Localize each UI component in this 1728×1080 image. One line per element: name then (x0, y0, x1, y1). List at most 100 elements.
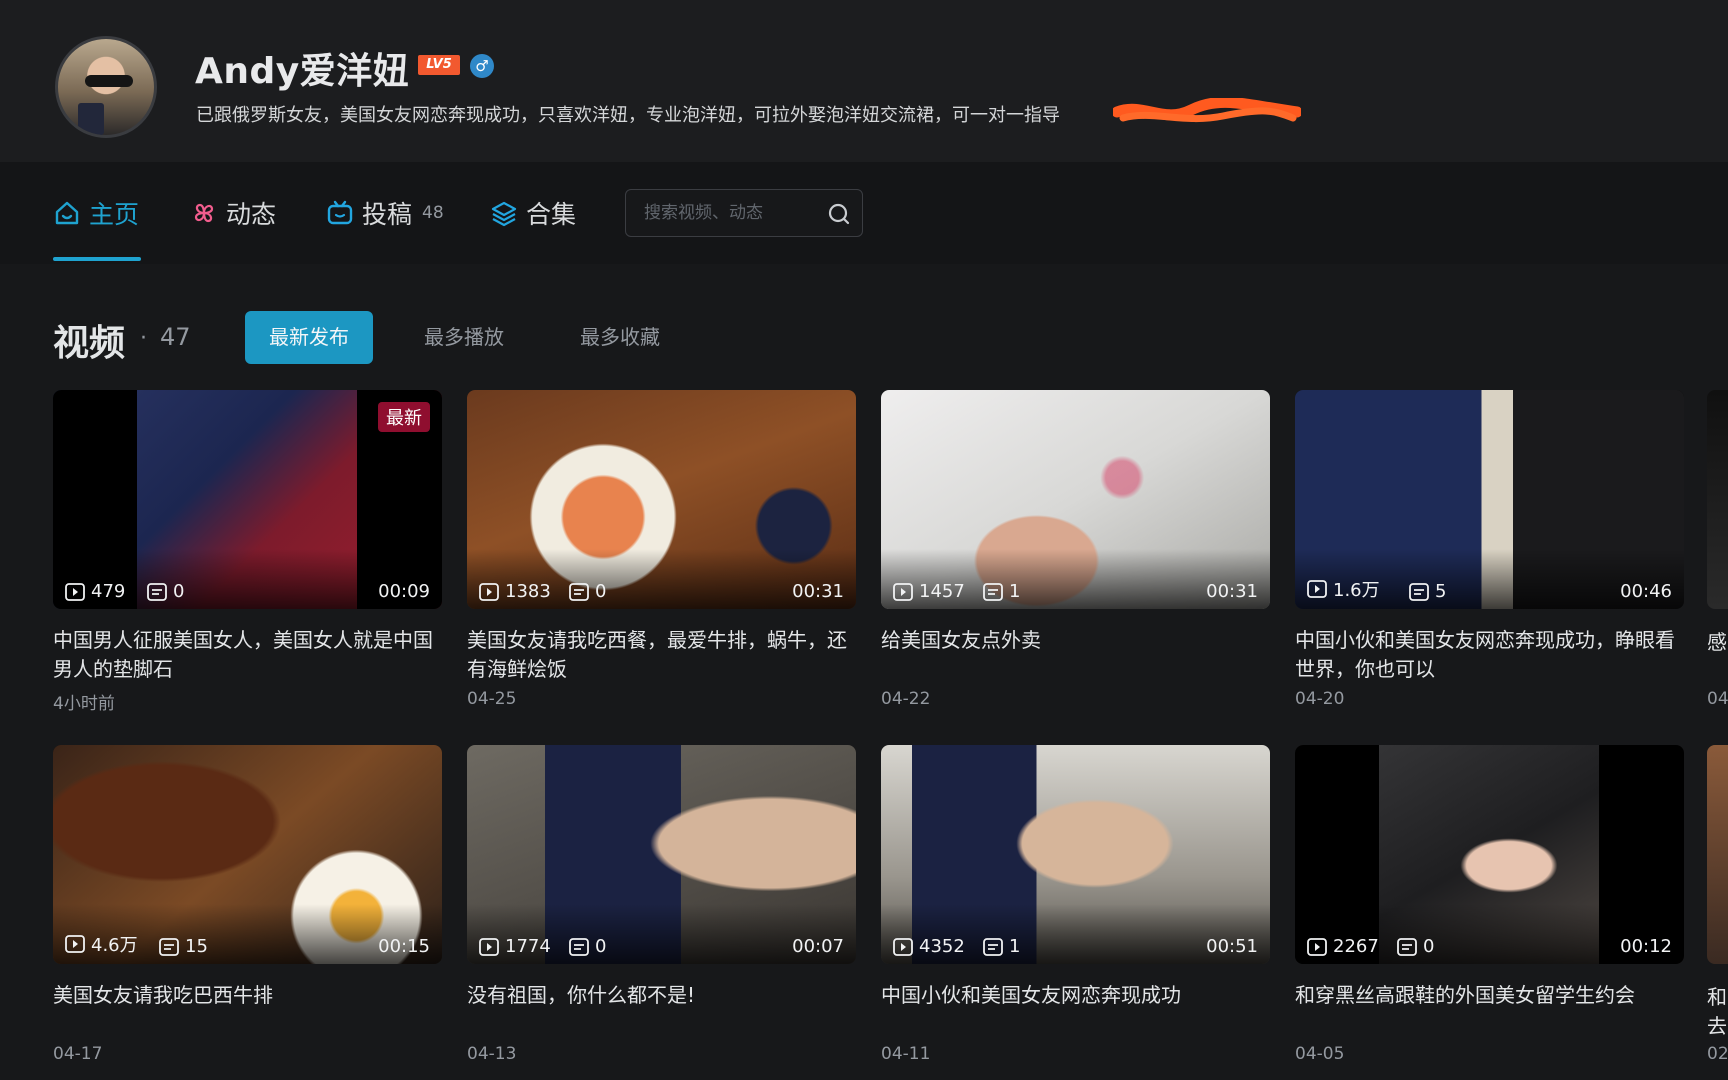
video-duration: 00:12 (1620, 936, 1672, 957)
play-count: 1383 (479, 581, 551, 602)
active-tab-indicator (53, 257, 141, 261)
comment-count: 1 (983, 581, 1020, 602)
video-duration: 00:09 (378, 581, 430, 602)
danmaku-icon (569, 937, 589, 956)
video-title-partial[interactable]: 去 (1707, 1010, 1727, 1039)
play-icon (65, 935, 85, 953)
redaction-scribble (1113, 98, 1301, 123)
play-count: 2267 (1307, 936, 1379, 957)
video-title[interactable]: 给美国女友点外卖 (881, 626, 1270, 655)
profile-name: Andy爱洋妞 (195, 51, 410, 92)
male-gender-icon: ♂ (470, 54, 494, 78)
section-title: 视频 (53, 323, 126, 364)
tv-icon (327, 200, 353, 225)
tab-home[interactable]: 主页 (53, 162, 139, 264)
video-date: 04-25 (467, 689, 517, 709)
sort-most-played-button[interactable]: 最多播放 (400, 311, 528, 364)
play-count: 1774 (479, 936, 551, 957)
video-title-partial[interactable]: 和 (1707, 981, 1727, 1010)
level-badge: LV5 (418, 55, 460, 75)
video-thumbnail[interactable]: 1.6万 5 00:46 (1295, 390, 1684, 609)
section-separator: · (140, 326, 147, 351)
video-thumbnail[interactable]: 2267 0 00:12 (1295, 745, 1684, 964)
danmaku-icon (159, 937, 179, 956)
play-icon (1307, 580, 1327, 598)
profile-bio: 已跟俄罗斯女友，美国女友网恋奔现成功，只喜欢洋妞，专业泡洋妞，可拉外娶泡洋妞交流… (196, 105, 1060, 126)
video-title[interactable]: 中国小伙和美国女友网恋奔现成功，睁眼看世界，你也可以 (1295, 626, 1684, 684)
profile-header: Andy爱洋妞 LV5 ♂ 已跟俄罗斯女友，美国女友网恋奔现成功，只喜欢洋妞，专… (0, 0, 1728, 162)
avatar[interactable] (55, 36, 157, 138)
video-thumbnail[interactable]: 最新 479 0 00:09 (53, 390, 442, 609)
pinwheel-icon (194, 203, 214, 223)
video-thumbnail-partial[interactable] (1707, 390, 1728, 609)
play-count: 4352 (893, 936, 965, 957)
danmaku-icon (983, 582, 1003, 601)
comment-count: 0 (147, 581, 184, 602)
video-thumbnail[interactable]: 1457 1 00:31 (881, 390, 1270, 609)
tab-dynamic[interactable]: 动态 (190, 162, 276, 264)
video-title[interactable]: 中国小伙和美国女友网恋奔现成功 (881, 981, 1270, 1010)
comment-count: 5 (1409, 581, 1446, 602)
video-duration: 00:15 (378, 936, 430, 957)
comment-count: 0 (1397, 936, 1434, 957)
comment-count: 1 (983, 936, 1020, 957)
danmaku-icon (1397, 937, 1417, 956)
video-date-partial: 04 (1707, 689, 1728, 709)
video-date: 04-11 (881, 1044, 931, 1064)
video-title[interactable]: 和穿黑丝高跟鞋的外国美女留学生约会 (1295, 981, 1684, 1010)
comment-count: 15 (159, 936, 208, 957)
comment-count: 0 (569, 581, 606, 602)
tab-uploads-count: 48 (422, 203, 444, 223)
search-box[interactable] (625, 189, 863, 237)
danmaku-icon (569, 582, 589, 601)
video-date: 04-22 (881, 689, 931, 709)
video-title-partial[interactable]: 感 (1707, 626, 1727, 655)
video-title[interactable]: 美国女友请我吃西餐，最爱牛排，蜗牛，还有海鲜烩饭 (467, 626, 856, 684)
tab-home-label: 主页 (89, 200, 140, 229)
comment-count: 0 (569, 936, 606, 957)
avatar-passport (78, 103, 104, 135)
video-date: 4小时前 (53, 694, 115, 714)
search-input[interactable] (642, 190, 822, 236)
play-icon (479, 582, 499, 601)
video-date: 04-20 (1295, 689, 1345, 709)
danmaku-icon (1409, 582, 1429, 601)
video-thumbnail[interactable]: 4.6万 15 00:15 (53, 745, 442, 964)
video-duration: 00:07 (792, 936, 844, 957)
video-date: 04-05 (1295, 1044, 1345, 1064)
play-icon (65, 582, 85, 601)
video-title[interactable]: 没有祖国，你什么都不是! (467, 981, 856, 1010)
play-icon (893, 582, 913, 601)
video-thumbnail[interactable]: 4352 1 00:51 (881, 745, 1270, 964)
play-icon (1307, 937, 1327, 956)
video-duration: 00:31 (1206, 581, 1258, 602)
search-icon[interactable] (826, 201, 852, 227)
video-title[interactable]: 美国女友请我吃巴西牛排 (53, 981, 442, 1010)
video-duration: 00:31 (792, 581, 844, 602)
tab-dynamic-label: 动态 (226, 200, 277, 229)
video-duration: 00:51 (1206, 936, 1258, 957)
video-thumbnail[interactable]: 1774 0 00:07 (467, 745, 856, 964)
tab-collections-label: 合集 (526, 200, 577, 229)
video-thumbnail[interactable]: 1383 0 00:31 (467, 390, 856, 609)
play-icon (479, 937, 499, 956)
newest-badge: 最新 (378, 402, 430, 432)
danmaku-icon (983, 937, 1003, 956)
layers-icon (491, 201, 517, 227)
tab-collections[interactable]: 合集 (490, 162, 576, 264)
tab-uploads-label: 投稿 (362, 200, 413, 229)
play-icon (893, 937, 913, 956)
video-thumbnail-partial[interactable] (1707, 745, 1728, 964)
play-count: 1457 (893, 581, 965, 602)
sort-most-favorited-button[interactable]: 最多收藏 (556, 311, 684, 364)
play-count: 4.6万 (65, 931, 138, 957)
video-date: 04-17 (53, 1044, 103, 1064)
danmaku-icon (147, 582, 167, 601)
video-date-partial: 02 (1707, 1044, 1728, 1064)
video-title[interactable]: 中国男人征服美国女人，美国女人就是中国男人的垫脚石 (53, 626, 442, 684)
video-count: 47 (160, 323, 191, 351)
sort-latest-button[interactable]: 最新发布 (245, 311, 373, 364)
video-date: 04-13 (467, 1044, 517, 1064)
video-duration: 00:46 (1620, 581, 1672, 602)
tab-uploads[interactable]: 投稿 48 (326, 162, 444, 264)
